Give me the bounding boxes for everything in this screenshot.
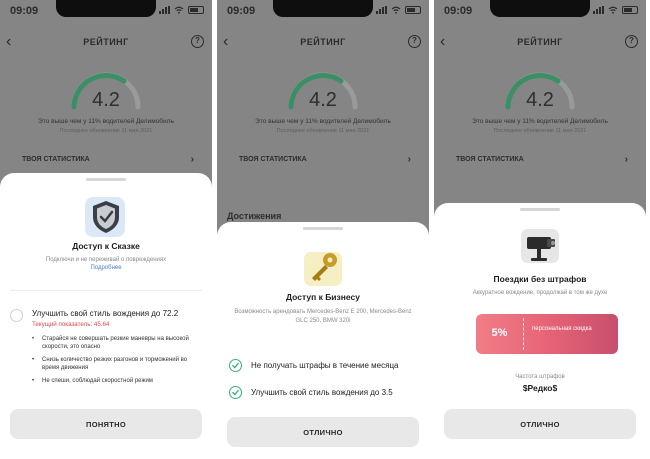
goal-item: Не получать штрафы в течение месяца <box>229 359 421 373</box>
rating-score: 4.2 <box>92 89 120 111</box>
coupon-percent: 5% <box>491 327 508 339</box>
stats-row[interactable]: ТВОЯ СТАТИСТИКА › <box>22 154 194 165</box>
sheet-subtitle: Возможность арендовать Mercedes-Benz E 2… <box>234 309 412 324</box>
sheet-subtitle: Аккуратное вождение, продолжай в том же … <box>472 290 608 296</box>
rating-score: 4.2 <box>526 89 554 111</box>
ok-button[interactable]: ПОНЯТНО <box>10 409 202 439</box>
stats-label: ТВОЯ СТАТИСТИКА <box>456 156 524 163</box>
help-icon[interactable]: ? <box>625 35 638 48</box>
status-bar: 09:09 <box>434 0 646 22</box>
goal-text: Улучшить свой стиль вождения до 72.2 <box>32 309 179 318</box>
status-icons <box>593 6 638 14</box>
bottom-sheet-skazka: Доступ к Сказке Подключи и не переживай … <box>0 173 212 459</box>
sheet-subtitle: Подключи и не переживай о повреждениях <box>45 257 167 263</box>
notch <box>56 0 156 17</box>
fines-frequency-value: $Редко$ <box>522 383 558 393</box>
rating-comparison: Это выше чем у 11% водителей Делимобиль <box>255 118 391 125</box>
battery-icon <box>622 6 638 14</box>
sheet-grabber[interactable] <box>520 208 560 211</box>
chevron-right-icon: › <box>624 154 628 165</box>
status-time: 09:09 <box>10 5 39 17</box>
page-title: РЕЙТИНГ <box>517 37 563 47</box>
page-title: РЕЙТИНГ <box>83 37 129 47</box>
divider <box>10 290 202 291</box>
check-circle-icon <box>229 359 242 372</box>
tips-list: Старайся не совершать резкие маневры на … <box>32 335 200 390</box>
notch <box>273 0 373 17</box>
help-icon[interactable]: ? <box>408 35 421 48</box>
speed-camera-icon <box>521 229 559 263</box>
rating-comparison: Это выше чем у 11% водителей Делимобиль <box>472 118 608 125</box>
current-score: Текущий показатель: 45.64 <box>32 321 110 328</box>
signal-icon <box>593 6 604 14</box>
shield-icon <box>85 197 125 237</box>
nav-bar: ‹ РЕЙТИНГ ? <box>434 34 646 52</box>
rating-updated: Последнее обновление 11 мая 2021 <box>276 128 370 134</box>
rating-updated: Последнее обновление 11 мая 2021 <box>59 128 153 134</box>
nav-bar: ‹ РЕЙТИНГ ? <box>217 34 429 52</box>
sheet-title: Поездки без штрафов <box>493 274 587 284</box>
battery-icon <box>405 6 421 14</box>
goal-item: Улучшить свой стиль вождения до 3.5 <box>229 386 421 400</box>
stats-label: ТВОЯ СТАТИСТИКА <box>239 156 307 163</box>
excellent-button[interactable]: ОТЛИЧНО <box>444 409 636 439</box>
excellent-button[interactable]: ОТЛИЧНО <box>227 417 419 447</box>
status-time: 09:09 <box>444 5 473 17</box>
help-icon[interactable]: ? <box>191 35 204 48</box>
sheet-grabber[interactable] <box>303 227 343 230</box>
signal-icon <box>376 6 387 14</box>
rating-updated: Последнее обновление 11 мая 2021 <box>493 128 587 134</box>
stats-row[interactable]: ТВОЯ СТАТИСТИКА › <box>239 154 411 165</box>
notch <box>490 0 590 17</box>
list-item: Снизь количество резких разгонов и тормо… <box>32 356 200 372</box>
goal-text: Улучшить свой стиль вождения до 3.5 <box>251 388 393 397</box>
status-bar: 09:09 <box>0 0 212 22</box>
rating-score: 4.2 <box>309 89 337 111</box>
wifi-icon <box>608 6 618 14</box>
sheet-title: Доступ к Бизнесу <box>286 292 360 302</box>
achievements-heading: Достижения <box>227 211 282 221</box>
phone-screen-2: 09:09 ‹ РЕЙТИНГ ? 4.2 Это выше чем у 11%… <box>217 0 429 459</box>
nav-bar: ‹ РЕЙТИНГ ? <box>0 34 212 52</box>
signal-icon <box>159 6 170 14</box>
status-bar: 09:09 <box>217 0 429 22</box>
key-icon <box>304 252 342 286</box>
fines-frequency-label: Частота штрафов <box>515 374 565 380</box>
status-icons <box>159 6 204 14</box>
list-item: Старайся не совершать резкие маневры на … <box>32 335 200 351</box>
sheet-title: Доступ к Сказке <box>72 241 140 251</box>
phone-screen-3: 09:09 ‹ РЕЙТИНГ ? 4.2 Это выше чем у 11%… <box>434 0 646 459</box>
page-title: РЕЙТИНГ <box>300 37 346 47</box>
chevron-right-icon: › <box>190 154 194 165</box>
bottom-sheet-no-fines: Поездки без штрафов Аккуратное вождение,… <box>434 203 646 459</box>
stats-label: ТВОЯ СТАТИСТИКА <box>22 156 90 163</box>
battery-icon <box>188 6 204 14</box>
coupon-divider <box>523 318 524 350</box>
rating-comparison: Это выше чем у 11% водителей Делимобиль <box>38 118 174 125</box>
phone-screen-1: 09:09 ‹ РЕЙТИНГ ? 4.2 Это выше чем у 11%… <box>0 0 212 459</box>
discount-coupon: 5% персональная скидка <box>476 314 618 354</box>
status-time: 09:09 <box>227 5 256 17</box>
coupon-label: персональная скидка <box>532 326 592 332</box>
unchecked-circle-icon <box>10 309 23 322</box>
check-circle-icon <box>229 386 242 399</box>
bottom-sheet-business: Доступ к Бизнесу Возможность арендовать … <box>217 222 429 459</box>
wifi-icon <box>174 6 184 14</box>
goal-text: Не получать штрафы в течение месяца <box>251 361 399 370</box>
list-item: Не спеши, соблюдай скоростной режим <box>32 377 200 385</box>
status-icons <box>376 6 421 14</box>
wifi-icon <box>391 6 401 14</box>
more-link[interactable]: Подробнее <box>0 265 212 271</box>
stats-row[interactable]: ТВОЯ СТАТИСТИКА › <box>456 154 628 165</box>
chevron-right-icon: › <box>407 154 411 165</box>
sheet-grabber[interactable] <box>86 178 126 181</box>
